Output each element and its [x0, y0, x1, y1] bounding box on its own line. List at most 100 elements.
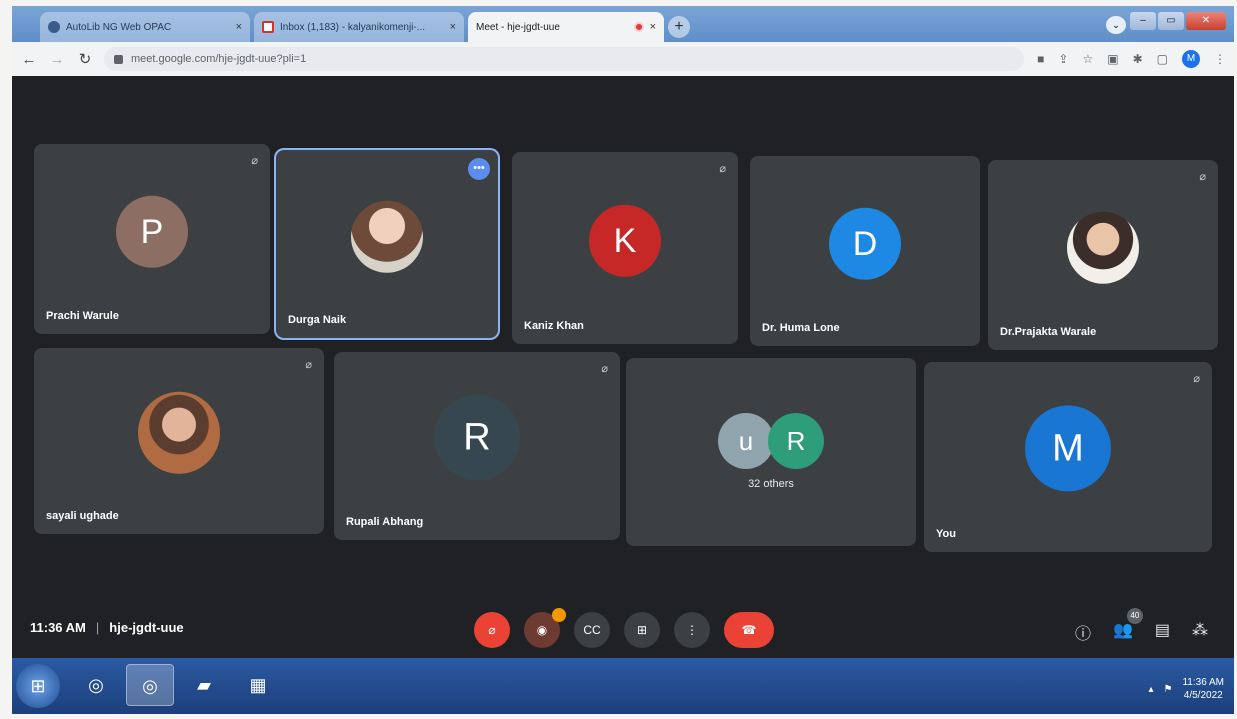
meeting-time: 11:36 AM	[30, 620, 86, 635]
info-icon[interactable]: ⓘ	[1075, 620, 1091, 644]
explorer-taskbar-item[interactable]: ▰	[180, 664, 228, 706]
avatar: R	[768, 412, 824, 469]
avatar: D	[829, 207, 901, 280]
close-window-button[interactable]: ✕	[1186, 12, 1226, 30]
gmail-icon	[262, 21, 274, 33]
chrome-icon: ◎	[142, 676, 158, 696]
captions-button[interactable]: CC	[574, 612, 610, 648]
participant-tile[interactable]: D Dr. Huma Lone	[750, 156, 980, 346]
word-taskbar-item[interactable]: ▦	[234, 664, 282, 706]
start-button[interactable]: ⊞	[16, 664, 60, 708]
share-icon[interactable]: ⇪	[1058, 52, 1068, 66]
chrome-taskbar-item-active[interactable]: ◎	[126, 664, 174, 706]
minimize-button[interactable]: –	[1130, 12, 1156, 30]
forward-icon[interactable]: →	[48, 51, 66, 68]
more-options-button[interactable]: ⋮	[674, 612, 710, 648]
meet-stage: P ⌀ Prachi Warule ••• Durga Naik K ⌀ Kan…	[12, 76, 1234, 658]
avatar	[351, 200, 423, 273]
others-count-label: 32 others	[748, 478, 794, 491]
present-button[interactable]: ⊞	[624, 612, 660, 648]
lock-icon	[114, 54, 123, 64]
meet-control-bar: 11:36 AM | hje-jgdt-uue ⌀ ◉ CC ⊞ ⋮ ☎ ⓘ 👥…	[12, 606, 1234, 654]
participant-tile[interactable]: ⌀ Dr.Prajakta Warale	[988, 160, 1218, 350]
screen: AutoLib NG Web OPAC × Inbox (1,183) - ka…	[12, 6, 1234, 714]
participant-name: Kaniz Khan	[524, 320, 584, 332]
leave-call-button[interactable]: ☎	[724, 612, 774, 648]
participant-name: Rupali Abhang	[346, 516, 424, 528]
participant-tile[interactable]: P ⌀ Prachi Warule	[34, 144, 270, 334]
close-icon[interactable]: ×	[450, 21, 456, 33]
back-icon[interactable]: ←	[20, 51, 38, 68]
flag-icon[interactable]: ⚑	[1164, 684, 1173, 695]
activities-icon[interactable]: ⁂	[1192, 620, 1208, 644]
more-options-icon[interactable]: •••	[468, 158, 490, 180]
tab-gmail[interactable]: Inbox (1,183) - kalyanikomenji-... ×	[254, 12, 464, 42]
others-avatars: u R	[718, 412, 824, 469]
people-button[interactable]: 👥 40	[1112, 608, 1143, 644]
chat-icon[interactable]: ▤	[1155, 620, 1170, 644]
profile-avatar[interactable]: M	[1182, 50, 1200, 68]
participant-tile-self[interactable]: M ⌀ You	[924, 362, 1212, 552]
tab-meet[interactable]: Meet - hje-jgdt-uue ×	[468, 12, 664, 664]
star-icon[interactable]: ☆	[1082, 52, 1093, 66]
menu-icon[interactable]: ⋮	[1214, 52, 1226, 66]
document-icon: ▦	[249, 675, 267, 695]
participant-name: Prachi Warule	[46, 310, 119, 322]
browser-toolbar: ← → ↻ meet.google.com/hje-jgdt-uue?pli=1…	[12, 42, 1234, 76]
mic-toggle-button[interactable]: ⌀	[474, 612, 510, 648]
maximize-button[interactable]: ▭	[1158, 12, 1184, 30]
avatar: K	[589, 204, 661, 277]
clock-date: 4/5/2022	[1183, 690, 1223, 701]
system-tray: ▴ ⚑ 11:36 AM 4/5/2022	[1148, 676, 1224, 702]
camera-off-icon: ◉	[536, 623, 548, 637]
chrome-taskbar-item[interactable]: ◎	[72, 664, 120, 706]
mic-off-icon: ⌀	[488, 623, 496, 637]
toolbar-icons: ■ ⇪ ☆ ▣ ✱ ▢ M ⋮	[1037, 50, 1226, 68]
participant-tile[interactable]: R ⌀ Rupali Abhang	[334, 352, 620, 540]
camera-icon[interactable]: ■	[1037, 52, 1044, 66]
others-tile[interactable]: u R 32 others	[626, 358, 916, 546]
mic-off-icon: ⌀	[719, 163, 726, 175]
chevron-down-icon[interactable]: ⌄	[1106, 16, 1126, 34]
autolib-icon	[48, 21, 60, 33]
mic-off-icon: ⌀	[601, 363, 608, 375]
meeting-info: 11:36 AM | hje-jgdt-uue	[30, 620, 184, 635]
participant-tile[interactable]: ⌀ sayali ughade	[34, 348, 324, 534]
close-icon[interactable]: ×	[650, 21, 656, 33]
address-bar[interactable]: meet.google.com/hje-jgdt-uue?pli=1	[104, 47, 1024, 71]
people-icon: 👥	[1112, 622, 1133, 639]
participant-name: Dr. Huma Lone	[762, 322, 840, 334]
tray-expand-icon[interactable]: ▴	[1148, 684, 1153, 695]
participant-tile[interactable]: ••• Durga Naik	[276, 150, 498, 338]
sidebar-icon[interactable]: ▢	[1157, 52, 1168, 66]
tab-title: Inbox (1,183) - kalyanikomenji-...	[280, 21, 426, 33]
mic-off-icon: ⌀	[1193, 373, 1200, 385]
avatar: P	[116, 195, 188, 268]
warning-badge	[552, 608, 566, 622]
captions-icon: CC	[583, 623, 601, 637]
cast-icon[interactable]: ▣	[1107, 52, 1118, 66]
browser-tab-strip: AutoLib NG Web OPAC × Inbox (1,183) - ka…	[12, 6, 1234, 664]
new-tab-button[interactable]: +	[668, 16, 690, 38]
close-icon[interactable]: ×	[236, 21, 242, 33]
camera-toggle-button[interactable]: ◉	[524, 608, 566, 648]
avatar: u	[718, 412, 774, 469]
reload-icon[interactable]: ↻	[76, 50, 94, 68]
clock-time: 11:36 AM	[1182, 677, 1224, 688]
tab-title: AutoLib NG Web OPAC	[66, 21, 172, 33]
chrome-icon: ◎	[88, 675, 104, 695]
present-icon: ⊞	[636, 623, 648, 637]
hang-up-icon: ☎	[741, 623, 757, 637]
more-vert-icon: ⋮	[686, 623, 698, 637]
folder-icon: ▰	[197, 675, 211, 695]
call-controls: ⌀ ◉ CC ⊞ ⋮ ☎	[474, 608, 774, 648]
windows-taskbar: ⊞ ◎ ◎ ▰ ▦ ▴ ⚑ 11:36 AM 4/5/2022	[12, 658, 1234, 714]
window-controls: – ▭ ✕	[1130, 12, 1226, 30]
separator: |	[95, 620, 100, 635]
extensions-icon[interactable]: ✱	[1133, 52, 1143, 66]
participant-tile[interactable]: K ⌀ Kaniz Khan	[512, 152, 738, 344]
tab-autolib[interactable]: AutoLib NG Web OPAC ×	[40, 12, 250, 42]
participant-name: You	[936, 528, 956, 540]
taskbar-clock[interactable]: 11:36 AM 4/5/2022	[1182, 676, 1224, 702]
avatar: M	[1025, 405, 1111, 492]
